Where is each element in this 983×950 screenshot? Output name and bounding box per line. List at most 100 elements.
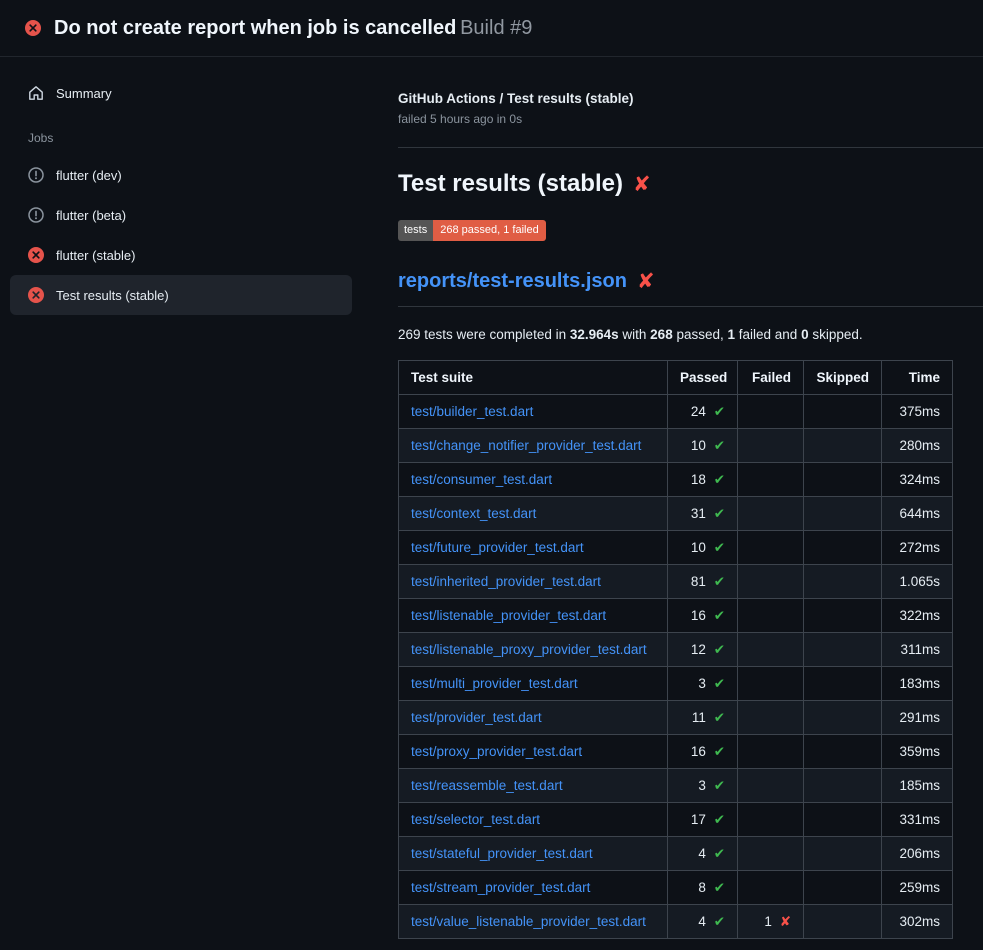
test-suite-link[interactable]: test/value_listenable_provider_test.dart — [411, 914, 646, 929]
test-suite-link[interactable]: test/stateful_provider_test.dart — [411, 846, 593, 861]
check-icon: ✔ — [714, 880, 725, 895]
breadcrumb: GitHub Actions / Test results (stable) — [398, 91, 983, 106]
skipped-cell — [804, 837, 882, 871]
table-row: test/stateful_provider_test.dart 4 ✔ 206… — [399, 837, 953, 871]
passed-cell: 17 ✔ — [668, 803, 738, 837]
test-suite-link[interactable]: test/reassemble_test.dart — [411, 778, 563, 793]
failed-cell — [738, 871, 804, 905]
failed-cell — [738, 531, 804, 565]
jobs-section-label: Jobs — [0, 113, 368, 155]
time-cell: 183ms — [882, 667, 953, 701]
test-suite-link[interactable]: test/listenable_proxy_provider_test.dart — [411, 642, 647, 657]
x-circle-icon — [28, 287, 44, 303]
suite-cell: test/listenable_proxy_provider_test.dart — [399, 633, 668, 667]
failed-cell — [738, 565, 804, 599]
passed-cell: 16 ✔ — [668, 735, 738, 769]
time-cell: 322ms — [882, 599, 953, 633]
check-icon: ✔ — [714, 676, 725, 691]
passed-cell: 3 ✔ — [668, 667, 738, 701]
divider — [398, 147, 983, 148]
time-cell: 375ms — [882, 395, 953, 429]
test-suite-link[interactable]: test/inherited_provider_test.dart — [411, 574, 601, 589]
report-file-link[interactable]: reports/test-results.json — [398, 270, 627, 293]
sidebar-item-label: flutter (beta) — [56, 208, 126, 223]
check-icon: ✔ — [714, 642, 725, 657]
col-header-test-suite: Test suite — [399, 361, 668, 395]
passed-cell: 10 ✔ — [668, 531, 738, 565]
test-summary-line: 269 tests were completed in 32.964s with… — [398, 327, 983, 342]
table-row: test/stream_provider_test.dart 8 ✔ 259ms — [399, 871, 953, 905]
col-header-failed: Failed — [738, 361, 804, 395]
test-suite-link[interactable]: test/listenable_provider_test.dart — [411, 608, 606, 623]
main-content: GitHub Actions / Test results (stable) f… — [368, 57, 983, 950]
skipped-cell — [804, 497, 882, 531]
sidebar-item-flutter-beta[interactable]: flutter (beta) — [10, 195, 352, 235]
test-table-body: test/builder_test.dart 24 ✔ 375ms test/c… — [399, 395, 953, 939]
suite-cell: test/value_listenable_provider_test.dart — [399, 905, 668, 939]
check-icon: ✔ — [714, 846, 725, 861]
table-row: test/context_test.dart 31 ✔ 644ms — [399, 497, 953, 531]
suite-cell: test/reassemble_test.dart — [399, 769, 668, 803]
skipped-cell — [804, 531, 882, 565]
test-suite-link[interactable]: test/future_provider_test.dart — [411, 540, 584, 555]
time-cell: 291ms — [882, 701, 953, 735]
test-suite-link[interactable]: test/context_test.dart — [411, 506, 536, 521]
skipped-cell — [804, 395, 882, 429]
table-row: test/provider_test.dart 11 ✔ 291ms — [399, 701, 953, 735]
table-row: test/consumer_test.dart 18 ✔ 324ms — [399, 463, 953, 497]
check-icon: ✔ — [714, 608, 725, 623]
suite-cell: test/selector_test.dart — [399, 803, 668, 837]
sidebar-item-flutter-stable[interactable]: flutter (stable) — [10, 235, 352, 275]
table-row: test/multi_provider_test.dart 3 ✔ 183ms — [399, 667, 953, 701]
badge-value: 268 passed, 1 failed — [433, 220, 545, 241]
table-row: test/listenable_provider_test.dart 16 ✔ … — [399, 599, 953, 633]
passed-cell: 18 ✔ — [668, 463, 738, 497]
test-suite-link[interactable]: test/change_notifier_provider_test.dart — [411, 438, 641, 453]
passed-cell: 4 ✔ — [668, 905, 738, 939]
test-suite-link[interactable]: test/builder_test.dart — [411, 404, 533, 419]
check-icon: ✔ — [714, 506, 725, 521]
test-suite-link[interactable]: test/selector_test.dart — [411, 812, 540, 827]
time-cell: 1.065s — [882, 565, 953, 599]
test-suite-link[interactable]: test/consumer_test.dart — [411, 472, 552, 487]
test-suite-link[interactable]: test/stream_provider_test.dart — [411, 880, 590, 895]
passed-cell: 31 ✔ — [668, 497, 738, 531]
time-cell: 302ms — [882, 905, 953, 939]
col-header-passed: Passed — [668, 361, 738, 395]
check-icon: ✔ — [714, 404, 725, 419]
skipped-cell — [804, 633, 882, 667]
failed-cell — [738, 735, 804, 769]
table-row: test/builder_test.dart 24 ✔ 375ms — [399, 395, 953, 429]
sidebar-item-test-results-stable[interactable]: Test results (stable) — [10, 275, 352, 315]
skipped-cell — [804, 905, 882, 939]
table-row: test/reassemble_test.dart 3 ✔ 185ms — [399, 769, 953, 803]
test-suite-link[interactable]: test/multi_provider_test.dart — [411, 676, 578, 691]
passed-cell: 81 ✔ — [668, 565, 738, 599]
sidebar-item-label: flutter (stable) — [56, 248, 135, 263]
test-suite-link[interactable]: test/provider_test.dart — [411, 710, 542, 725]
sidebar-item-flutter-dev[interactable]: flutter (dev) — [10, 155, 352, 195]
skipped-cell — [804, 429, 882, 463]
passed-cell: 24 ✔ — [668, 395, 738, 429]
sidebar: Summary Jobs flutter (dev) flutter (beta… — [0, 57, 368, 950]
check-icon: ✔ — [714, 744, 725, 759]
skipped-cell — [804, 667, 882, 701]
table-row: test/proxy_provider_test.dart 16 ✔ 359ms — [399, 735, 953, 769]
failed-x-icon: ✘ — [637, 269, 655, 294]
section-title: Test results (stable) ✘ — [398, 170, 983, 198]
check-icon: ✔ — [714, 472, 725, 487]
suite-cell: test/consumer_test.dart — [399, 463, 668, 497]
skipped-cell — [804, 565, 882, 599]
table-row: test/inherited_provider_test.dart 81 ✔ 1… — [399, 565, 953, 599]
time-cell: 359ms — [882, 735, 953, 769]
time-cell: 280ms — [882, 429, 953, 463]
table-row: test/listenable_proxy_provider_test.dart… — [399, 633, 953, 667]
test-suite-link[interactable]: test/proxy_provider_test.dart — [411, 744, 582, 759]
run-meta: failed 5 hours ago in 0s — [398, 112, 983, 126]
sidebar-item-label: Test results (stable) — [56, 288, 169, 303]
alert-circle-icon — [28, 167, 44, 183]
failed-cell — [738, 633, 804, 667]
sidebar-item-summary[interactable]: Summary — [10, 73, 352, 113]
suite-cell: test/context_test.dart — [399, 497, 668, 531]
suite-cell: test/provider_test.dart — [399, 701, 668, 735]
